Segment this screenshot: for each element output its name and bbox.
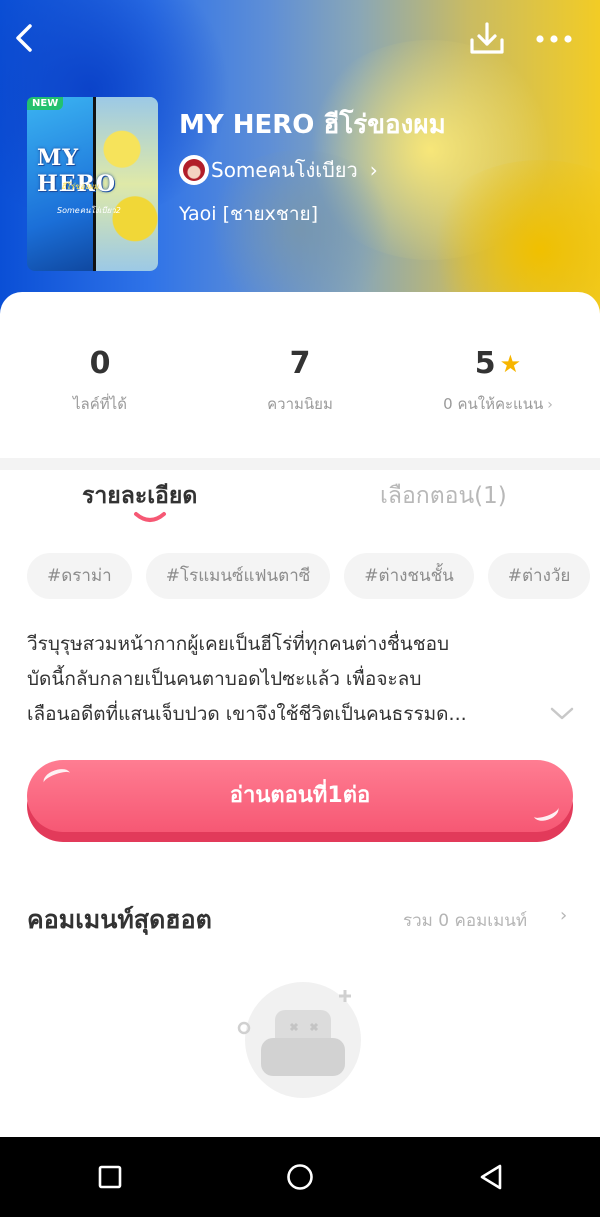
chevron-right-icon[interactable]: › bbox=[560, 905, 567, 926]
nav-back-icon[interactable] bbox=[478, 1163, 504, 1191]
book-cover: MY HERO ฮีโร่ของผม Someคนโง่เบียว2 bbox=[27, 97, 158, 271]
cover-author-art: Someคนโง่เบียว2 bbox=[57, 206, 121, 215]
tag-chip[interactable]: #ต่างชนชั้น bbox=[344, 553, 474, 599]
back-arrow-icon[interactable] bbox=[8, 20, 44, 56]
more-options-icon[interactable] bbox=[530, 22, 578, 56]
empty-comments-illustration bbox=[237, 982, 361, 1098]
rating-stat[interactable]: 5 ★ 0 คนให้คะแนน › bbox=[398, 344, 598, 416]
recent-apps-icon[interactable] bbox=[97, 1164, 123, 1190]
chevron-right-icon: › bbox=[547, 397, 553, 413]
description-line: บัดนี้กลับกลายเป็นคนตาบอดไปซะแล้ว เพื่อจ… bbox=[27, 668, 422, 690]
likes-count: 0 bbox=[89, 346, 111, 381]
popularity-stat: 7 ความนิยม bbox=[200, 344, 400, 416]
continue-reading-button[interactable]: อ่านตอนที่1ต่อ bbox=[27, 760, 573, 842]
home-icon[interactable] bbox=[285, 1162, 315, 1192]
comments-total-link[interactable]: รวม 0 คอมเมนท์ bbox=[403, 907, 527, 934]
chevron-down-icon[interactable] bbox=[549, 706, 575, 722]
rating-value: 5 bbox=[474, 346, 496, 381]
popularity-label: ความนิยม bbox=[267, 395, 333, 413]
author-name: Someคนโง่เบียว bbox=[211, 158, 358, 182]
genre-label: Yaoi [ชายxชาย] bbox=[179, 203, 319, 225]
new-badge: NEW bbox=[27, 97, 64, 110]
stats-row: 0 ไลค์ที่ได้ 7 ความนิยม 5 ★ 0 คนให้คะแนน › bbox=[0, 344, 600, 424]
tag-chip[interactable]: #ต่างวัย bbox=[487, 553, 591, 599]
likes-label: ไลค์ที่ได้ bbox=[73, 395, 127, 413]
tab-detail[interactable]: รายละเอียด bbox=[82, 478, 197, 514]
tag-chip[interactable]: #ดราม่า bbox=[27, 553, 132, 599]
star-icon: ★ bbox=[499, 350, 522, 378]
description-line: วีรบุรุษสวมหน้ากากผู้เคยเป็นฮีโร่ที่ทุกค… bbox=[27, 633, 450, 655]
description-line: เลือนอดีตที่แสนเจ็บปวด เขาจึงใช้ชีวิตเป็… bbox=[27, 703, 467, 725]
hot-comments-title: คอมเมนท์สุดฮอต bbox=[27, 905, 212, 934]
download-icon[interactable] bbox=[466, 18, 508, 60]
description: วีรบุรุษสวมหน้ากากผู้เคยเป็นฮีโร่ที่ทุกค… bbox=[27, 627, 547, 732]
author-avatar bbox=[179, 155, 209, 185]
continue-reading-label: อ่านตอนที่1ต่อ bbox=[229, 783, 371, 808]
tag-list: #ดราม่า #โรแมนซ์แฟนตาซี #ต่างชนชั้น #ต่างวั… bbox=[27, 553, 600, 601]
popularity-count: 7 bbox=[289, 346, 311, 381]
tab-episodes[interactable]: เลือกตอน(1) bbox=[380, 478, 507, 514]
story-title: MY HERO ฮีโร่ของผม bbox=[179, 110, 446, 140]
rating-count-label: 0 คนให้คะแนน bbox=[443, 395, 544, 413]
section-divider bbox=[0, 458, 600, 470]
likes-stat: 0 ไลค์ที่ได้ bbox=[0, 344, 200, 416]
chevron-right-icon: › bbox=[369, 158, 378, 182]
active-tab-indicator bbox=[134, 512, 166, 522]
cover-subtitle-art: ฮีโร่ของผม bbox=[61, 182, 99, 191]
tag-chip[interactable]: #โรแมนซ์แฟนตาซี bbox=[145, 553, 331, 599]
author-link[interactable]: Someคนโง่เบียว › bbox=[179, 154, 378, 186]
